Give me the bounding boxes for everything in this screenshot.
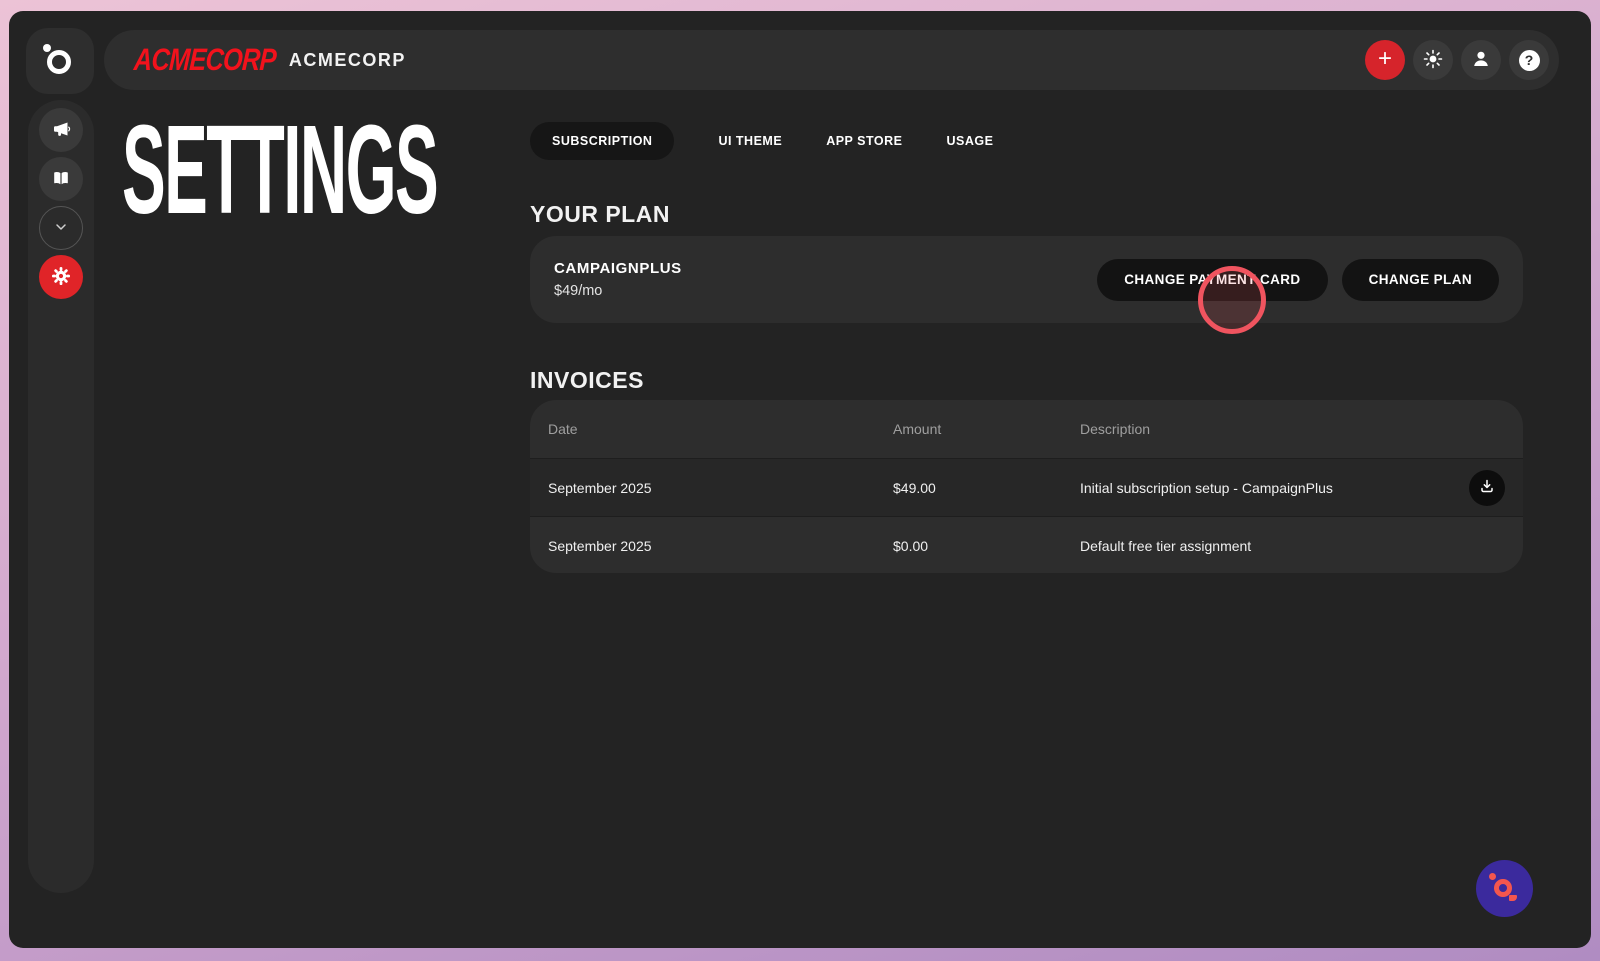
column-header-amount: Amount (893, 421, 942, 437)
invoice-description: Initial subscription setup - CampaignPlu… (1080, 479, 1333, 496)
sidebar-item-campaigns[interactable] (39, 108, 83, 152)
invoices-heading: INVOICES (530, 367, 644, 393)
plan-name: CAMPAIGNPLUS (554, 260, 682, 277)
invoices-table-body: September 2025 $49.00 Initial subscripti… (530, 458, 1523, 573)
topbar-actions: + ? (1365, 40, 1549, 80)
theme-toggle-button[interactable] (1413, 40, 1453, 80)
question-icon: ? (1518, 49, 1540, 71)
download-icon (1479, 478, 1495, 497)
workspace-name: ACMECORP (288, 49, 406, 70)
tab-ui-theme[interactable]: UI THEME (718, 122, 782, 160)
download-invoice-button[interactable] (1469, 469, 1505, 506)
app-window: ACMECORP ACMECORP + ? SETTINGS SUBSCRIPT… (9, 11, 1591, 948)
app-logo-tile[interactable] (26, 28, 94, 94)
sidebar-item-settings[interactable] (39, 255, 83, 299)
gear-icon (51, 266, 71, 289)
invoices-table-header: Date Amount Description (530, 400, 1523, 458)
assistant-widget-button[interactable] (1476, 860, 1533, 917)
tab-app-store[interactable]: APP STORE (826, 122, 902, 160)
add-button[interactable]: + (1365, 40, 1405, 80)
page-title: SETTINGS (122, 99, 439, 240)
sidebar (28, 100, 94, 893)
invoices-table: Date Amount Description September 2025 $… (530, 400, 1523, 573)
tab-subscription[interactable]: SUBSCRIPTION (530, 122, 675, 160)
change-plan-button[interactable]: CHANGE PLAN (1341, 258, 1499, 301)
plan-info: CAMPAIGNPLUS $49/mo (554, 260, 682, 299)
invoice-row: September 2025 $49.00 Initial subscripti… (530, 458, 1523, 516)
invoice-description: Default free tier assignment (1080, 537, 1252, 554)
plan-price: $49/mo (554, 283, 603, 299)
sun-icon (1423, 49, 1443, 72)
column-header-date: Date (548, 421, 578, 437)
change-payment-card-button[interactable]: CHANGE PAYMENT CARD (1097, 258, 1328, 301)
invoice-row: September 2025 $0.00 Default free tier a… (530, 516, 1523, 573)
tab-usage[interactable]: USAGE (946, 122, 993, 160)
plan-card: CAMPAIGNPLUS $49/mo CHANGE PAYMENT CARD … (530, 236, 1523, 323)
invoice-amount: $49.00 (893, 479, 936, 496)
person-icon (1471, 49, 1491, 72)
settings-tabs: SUBSCRIPTION UI THEME APP STORE USAGE (530, 122, 993, 160)
account-button[interactable] (1461, 40, 1501, 80)
brand-wordmark-logo: ACMECORP (133, 42, 277, 77)
book-icon (51, 168, 71, 191)
sidebar-item-expand[interactable] (39, 206, 83, 250)
plus-icon: + (1377, 45, 1392, 72)
invoice-date: September 2025 (548, 479, 652, 496)
invoice-date: September 2025 (548, 537, 652, 554)
invoice-amount: $0.00 (893, 537, 929, 554)
brand-o-logo-icon (43, 44, 77, 78)
column-header-description: Description (1080, 421, 1151, 437)
help-button[interactable]: ? (1509, 40, 1549, 80)
your-plan-heading: YOUR PLAN (530, 201, 670, 227)
megaphone-icon (51, 119, 71, 142)
sidebar-item-library[interactable] (39, 157, 83, 201)
chevron-down-icon (52, 218, 70, 239)
topbar: ACMECORP ACMECORP + ? (104, 30, 1559, 90)
plan-buttons: CHANGE PAYMENT CARD CHANGE PLAN (1097, 258, 1499, 301)
